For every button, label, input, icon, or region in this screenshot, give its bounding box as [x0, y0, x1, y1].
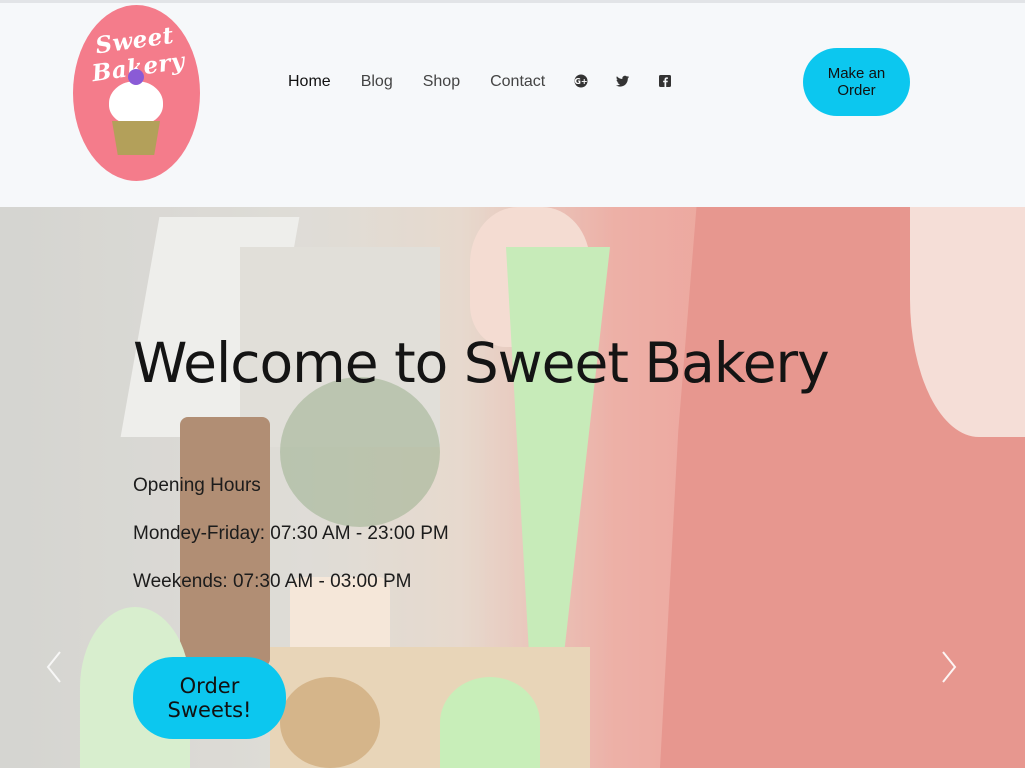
hero-banner: Welcome to Sweet Bakery Opening Hours Mo…: [0, 207, 1025, 768]
hero-title: Welcome to Sweet Bakery: [133, 331, 830, 395]
make-order-button[interactable]: Make an Order: [803, 48, 910, 116]
hours-weekdays: Mondey-Friday: 07:30 AM - 23:00 PM: [133, 523, 449, 544]
nav-item-contact[interactable]: Contact: [490, 73, 545, 91]
site-header: Sweet Bakery Home Blog Shop Contact G+ M…: [0, 3, 1025, 207]
hours-heading: Opening Hours: [133, 475, 261, 496]
nav-item-shop[interactable]: Shop: [423, 73, 460, 91]
hours-weekends: Weekends: 07:30 AM - 03:00 PM: [133, 571, 412, 592]
nav-item-blog[interactable]: Blog: [361, 73, 393, 91]
order-sweets-button[interactable]: Order Sweets!: [133, 657, 286, 739]
cupcake-icon: [106, 67, 166, 159]
facebook-icon[interactable]: [658, 74, 672, 88]
social-links: G+: [574, 74, 700, 88]
carousel-prev-arrow[interactable]: [44, 647, 64, 687]
nav-item-home[interactable]: Home: [288, 73, 331, 91]
main-nav: Home Blog Shop Contact: [288, 73, 575, 91]
carousel-next-arrow[interactable]: [939, 647, 959, 687]
site-logo[interactable]: Sweet Bakery: [73, 5, 200, 181]
svg-text:G+: G+: [574, 77, 587, 86]
twitter-icon[interactable]: [616, 74, 630, 88]
google-plus-icon[interactable]: G+: [574, 74, 588, 88]
